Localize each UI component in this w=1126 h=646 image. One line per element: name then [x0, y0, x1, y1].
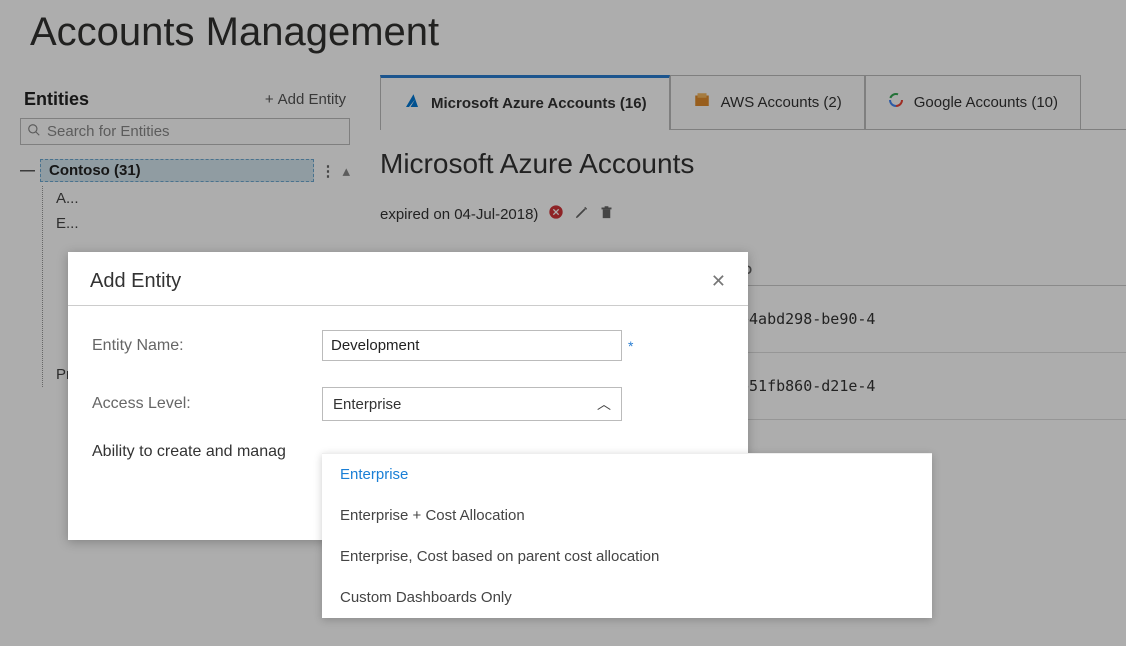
access-level-value: Enterprise: [333, 396, 401, 413]
access-level-label: Access Level:: [92, 395, 322, 413]
dropdown-option[interactable]: Enterprise: [322, 454, 932, 495]
dropdown-option[interactable]: Enterprise + Cost Allocation: [322, 495, 932, 536]
modal-title: Add Entity: [90, 270, 181, 293]
access-level-dropdown[interactable]: Enterprise Enterprise + Cost Allocation …: [322, 453, 932, 618]
close-icon[interactable]: ✕: [711, 271, 726, 292]
entity-name-label: Entity Name:: [92, 337, 322, 355]
access-level-select[interactable]: Enterprise ︿: [322, 387, 622, 421]
required-icon: *: [628, 338, 633, 354]
access-level-row: Access Level: Enterprise ︿: [92, 387, 724, 421]
entity-name-input[interactable]: [322, 330, 622, 361]
dropdown-option[interactable]: Enterprise, Cost based on parent cost al…: [322, 536, 932, 577]
dropdown-option[interactable]: Custom Dashboards Only: [322, 577, 932, 618]
modal-header: Add Entity ✕: [68, 252, 748, 306]
entity-name-row: Entity Name: *: [92, 330, 724, 361]
chevron-up-icon: ︿: [597, 394, 611, 414]
